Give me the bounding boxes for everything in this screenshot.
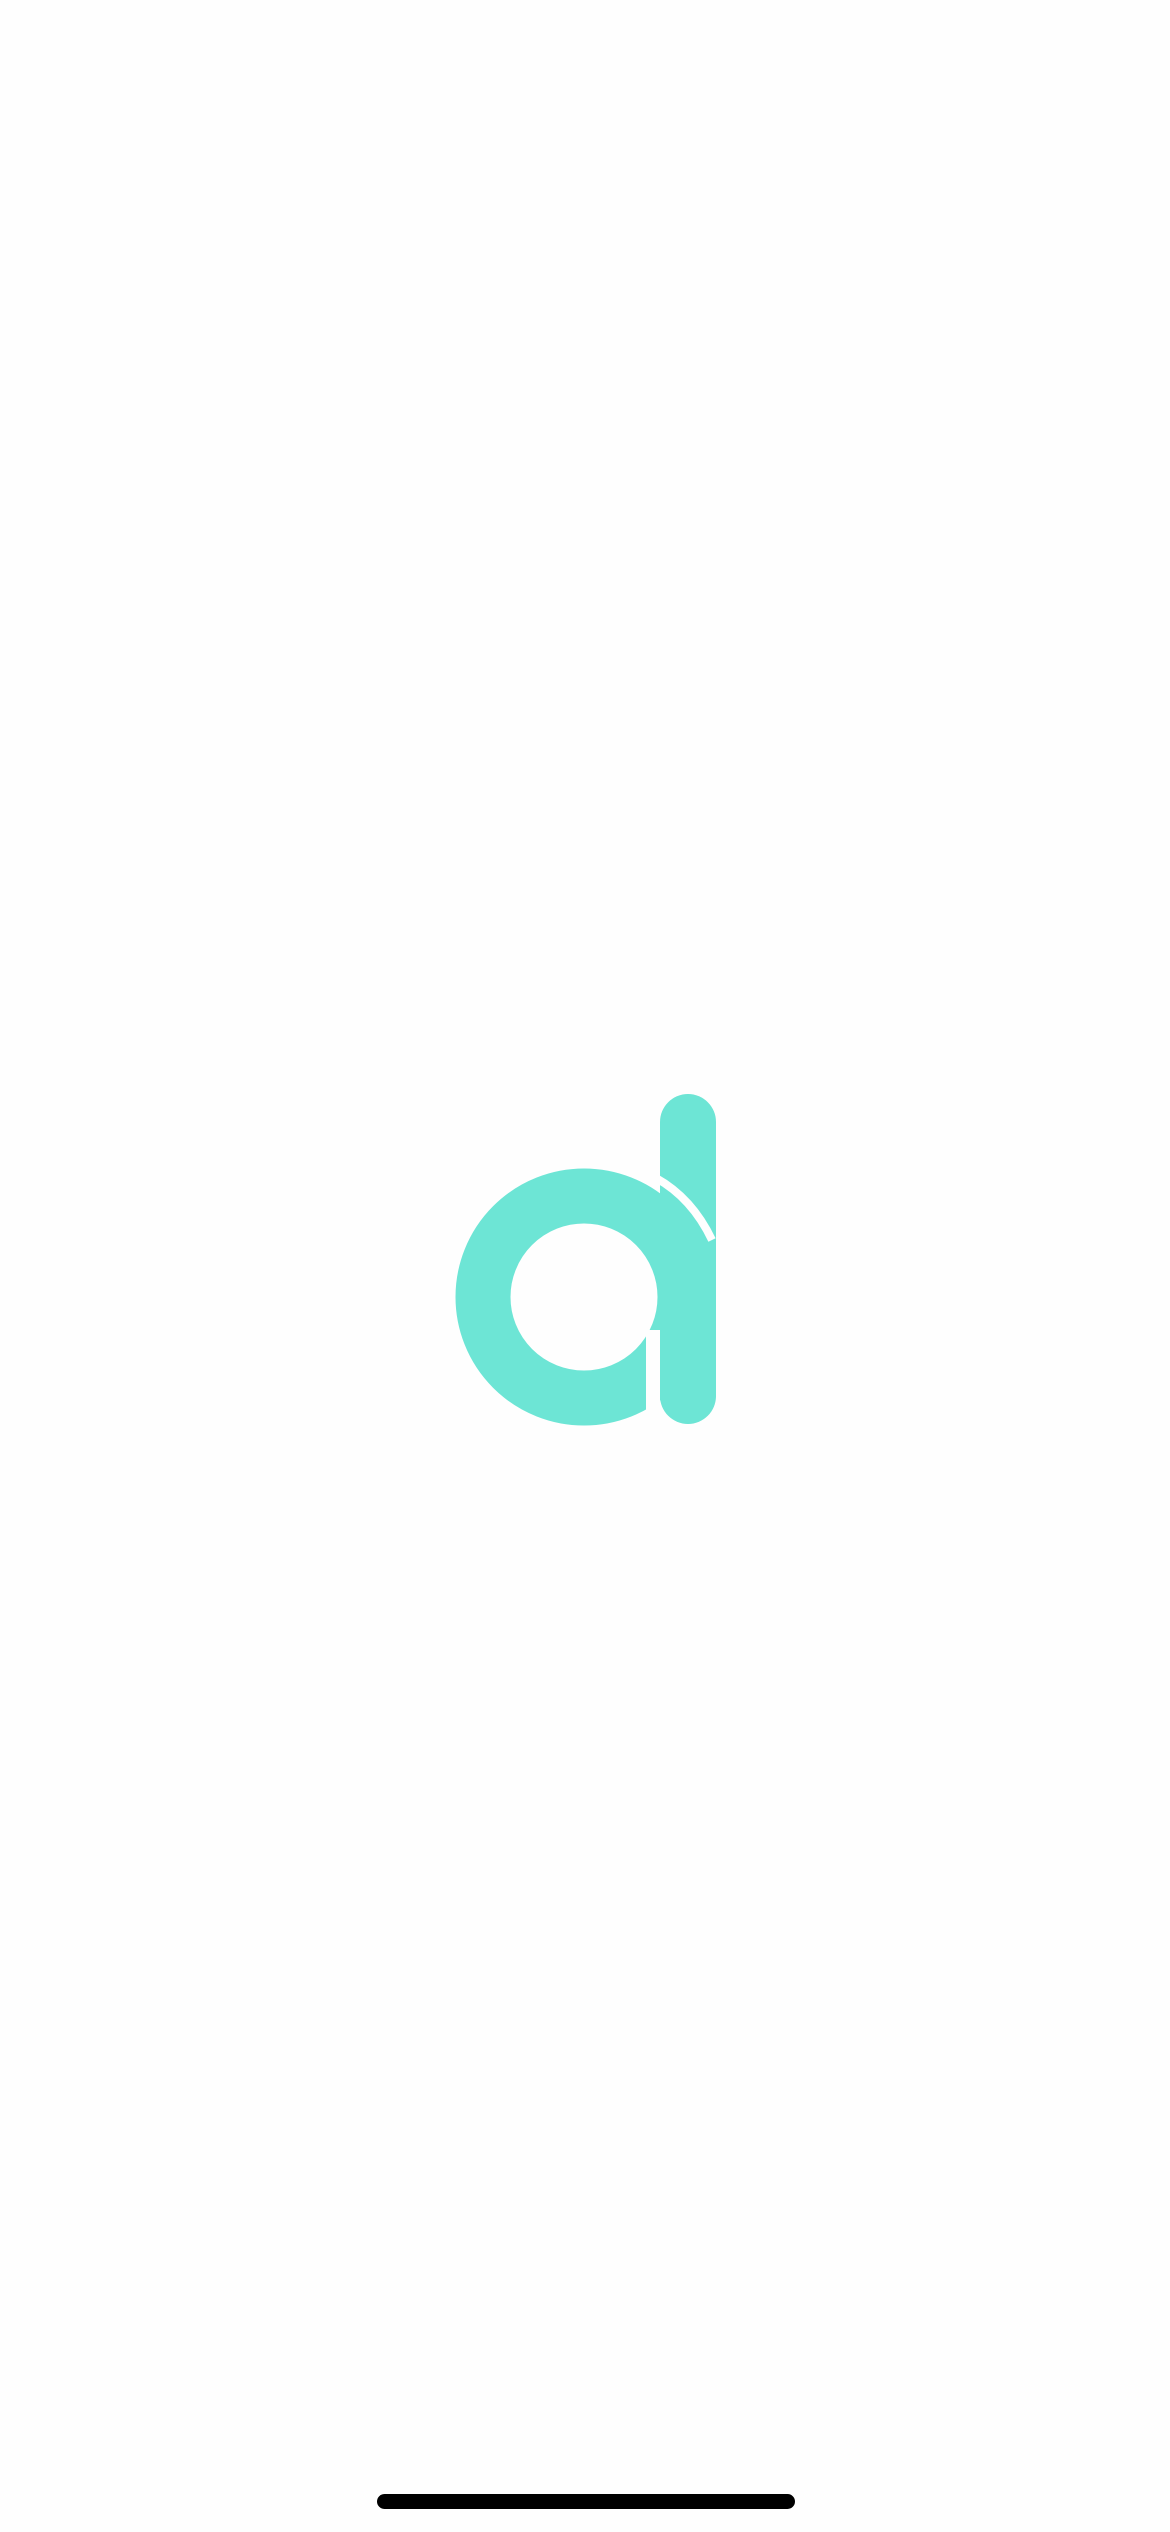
letter-d-logo-icon xyxy=(455,1094,720,1445)
logo-gap-lower xyxy=(646,1330,660,1445)
splash-screen xyxy=(0,0,1170,2532)
home-indicator[interactable] xyxy=(377,2494,795,2509)
logo-stem xyxy=(660,1094,716,1424)
app-logo xyxy=(450,1090,720,1450)
